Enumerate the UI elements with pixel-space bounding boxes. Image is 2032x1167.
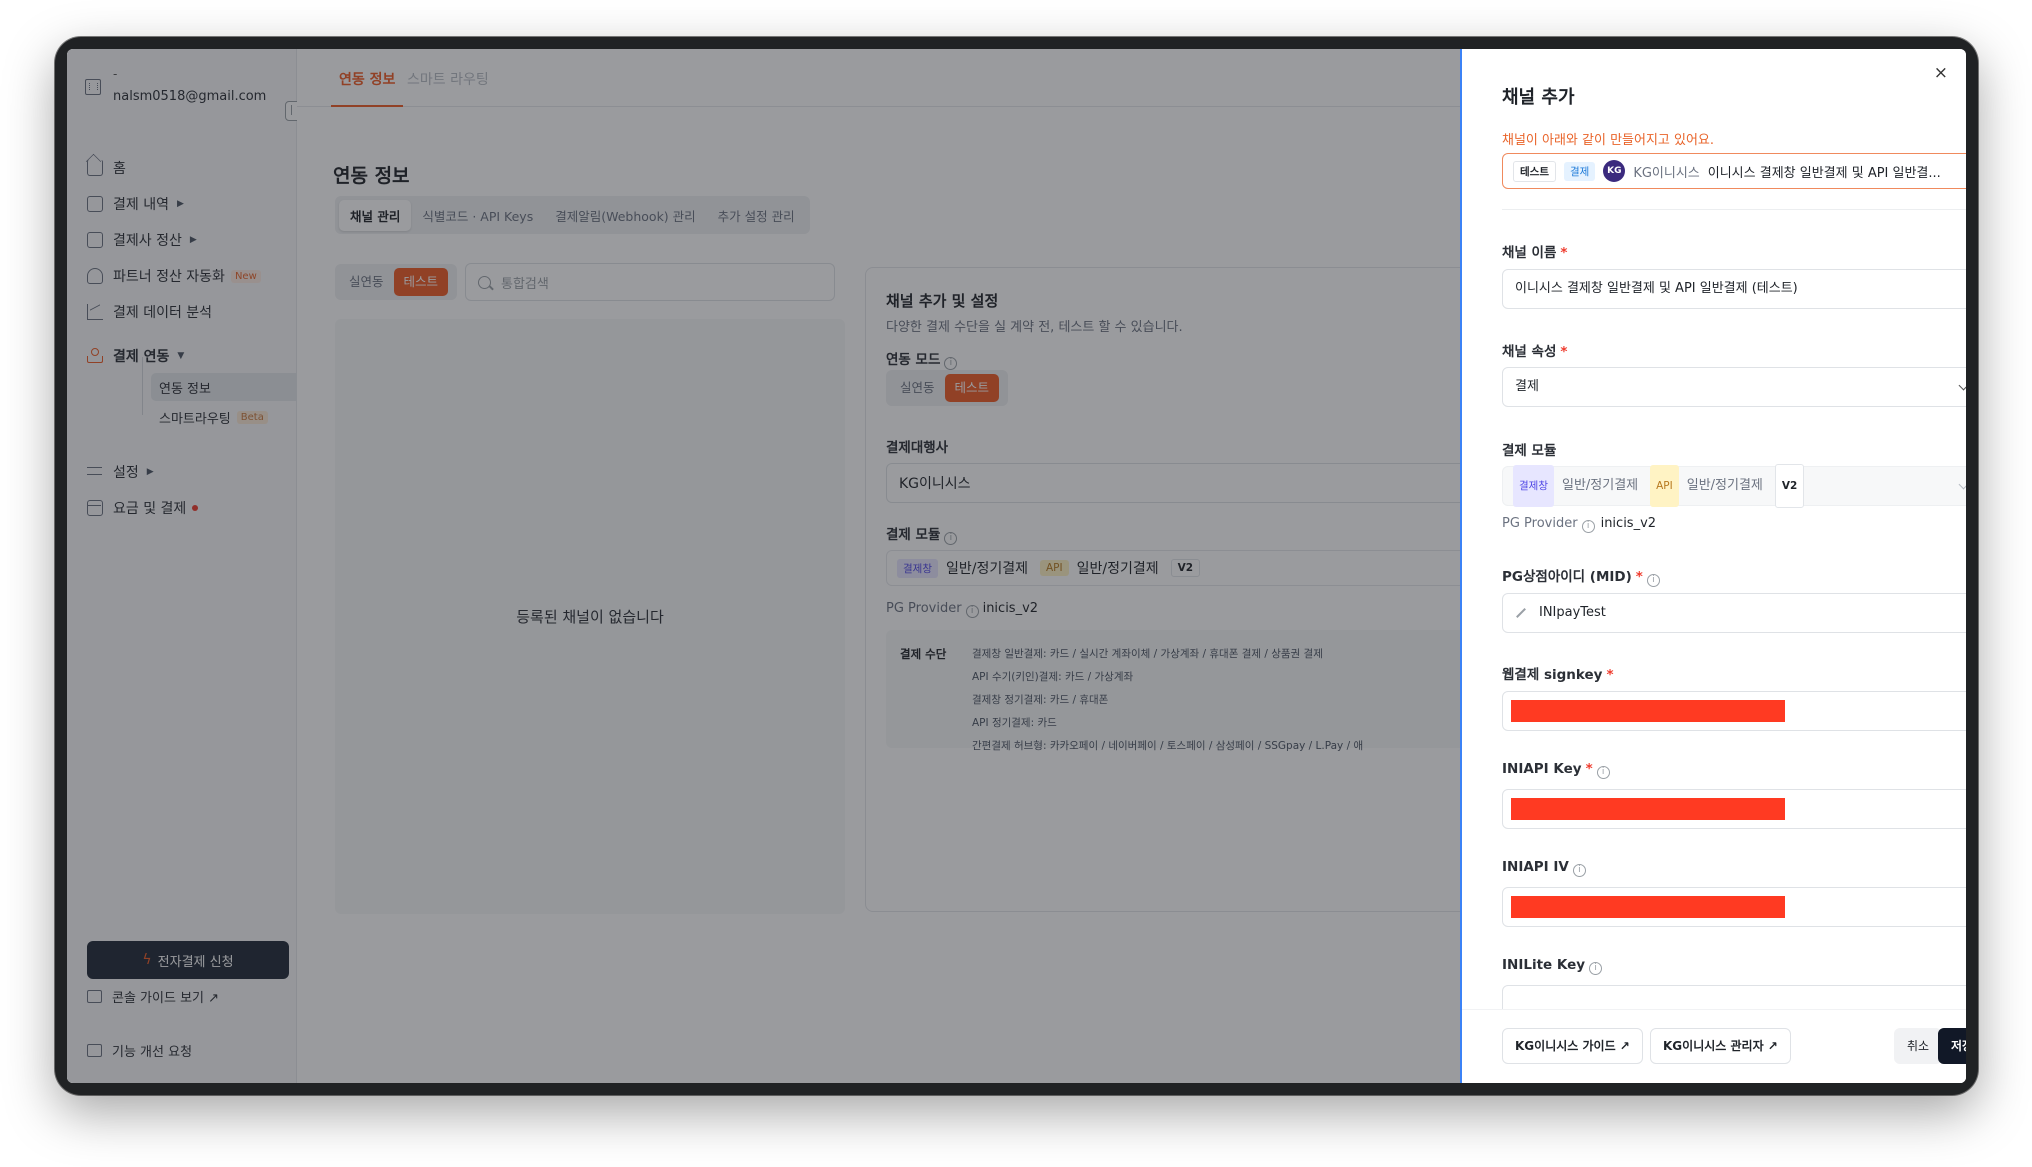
module-text-1: 일반/정기결제 xyxy=(1561,478,1639,493)
divider xyxy=(1502,209,1966,210)
app-window: - nalsm0518@gmail.com 홈 결제 내역 ▶ 결제사 정산 ▶… xyxy=(55,37,1978,1095)
drawer-footer: KG이니시스 가이드 ↗ KG이니시스 관리자 ↗ 취소 저장 xyxy=(1462,1009,1966,1083)
module-label: 결제 모듈 xyxy=(1502,443,1557,459)
signkey-label-text: 웹결제 signkey xyxy=(1502,667,1603,683)
iniapi-key-input[interactable] xyxy=(1502,789,1966,829)
module-tag-api: API xyxy=(1650,465,1679,507)
chevron-down-icon xyxy=(1958,479,1966,490)
preview-name: 이니시스 결제창 일반결제 및 API 일반결... xyxy=(1707,165,1941,181)
inilite-key-label-text: INILite Key xyxy=(1502,957,1586,973)
drawer-title: 채널 추가 xyxy=(1502,87,1575,108)
required-mark: * xyxy=(1635,569,1643,585)
channel-name-label-text: 채널 이름 xyxy=(1502,245,1557,261)
chevron-down-icon xyxy=(1958,380,1966,391)
signkey-label: 웹결제 signkey * xyxy=(1502,663,1614,683)
kg-logo: KG xyxy=(1603,160,1626,182)
required-mark: * xyxy=(1606,667,1614,683)
iniapi-iv-label-text: INIAPI IV xyxy=(1502,859,1569,875)
signkey-input[interactable] xyxy=(1502,691,1966,731)
close-icon[interactable]: × xyxy=(1934,63,1948,83)
inilite-key-label: INILite Key i xyxy=(1502,957,1603,975)
mid-value: INIpayTest xyxy=(1539,605,1606,620)
iniapi-key-label: INIAPI Key * i xyxy=(1502,761,1610,779)
redaction-block xyxy=(1511,700,1785,722)
channel-name-input[interactable]: 이니시스 결제창 일반결제 및 API 일반결제 (테스트) xyxy=(1502,269,1966,309)
iniapi-iv-label: INIAPI IV i xyxy=(1502,859,1586,877)
kg-guide-button[interactable]: KG이니시스 가이드 ↗ xyxy=(1502,1028,1643,1064)
info-icon: i xyxy=(1589,962,1603,975)
required-mark: * xyxy=(1560,344,1568,360)
required-mark: * xyxy=(1560,245,1568,261)
module-select: 결제창 일반/정기결제 API 일반/정기결제 V2 xyxy=(1502,464,1966,508)
save-button[interactable]: 저장 xyxy=(1938,1028,1966,1064)
module-text-2: 일반/정기결제 xyxy=(1686,478,1763,493)
pg-provider: PG Provider i inicis_v2 xyxy=(1502,516,1656,533)
channel-attr-label: 채널 속성 * xyxy=(1502,340,1567,360)
iniapi-key-label-text: INIAPI Key xyxy=(1502,761,1582,777)
redaction-block xyxy=(1511,798,1785,820)
pencil-icon xyxy=(1516,607,1526,618)
info-icon: i xyxy=(1572,864,1586,877)
drawer-notice: 채널이 아래와 같이 만들어지고 있어요. xyxy=(1502,133,1715,148)
preview-type-tag: 결제 xyxy=(1563,161,1596,181)
mid-input[interactable]: INIpayTest xyxy=(1502,593,1966,633)
cancel-button[interactable]: 취소 xyxy=(1894,1028,1943,1064)
screen: - nalsm0518@gmail.com 홈 결제 내역 ▶ 결제사 정산 ▶… xyxy=(67,49,1966,1083)
module-tag-window: 결제창 xyxy=(1513,465,1554,507)
preview-env-tag: 테스트 xyxy=(1513,160,1556,182)
pg-provider-value: inicis_v2 xyxy=(1600,516,1657,531)
required-mark: * xyxy=(1585,761,1593,777)
info-icon: i xyxy=(1581,520,1595,533)
info-icon: i xyxy=(1596,766,1610,779)
channel-attr-value: 결제 xyxy=(1515,379,1539,394)
mid-label: PG상점아이디 (MID) * i xyxy=(1502,565,1660,587)
preview-pg: KG이니시스 xyxy=(1633,165,1700,181)
iniapi-iv-input[interactable] xyxy=(1502,887,1966,927)
channel-attr-select[interactable]: 결제 xyxy=(1502,367,1966,407)
redaction-block xyxy=(1511,896,1785,918)
module-version-tag: V2 xyxy=(1774,464,1805,508)
info-icon: i xyxy=(1646,574,1660,587)
pg-provider-label: PG Provider xyxy=(1502,516,1578,531)
channel-attr-label-text: 채널 속성 xyxy=(1502,344,1557,360)
add-channel-drawer: × 채널 추가 채널이 아래와 같이 만들어지고 있어요. 테스트 결제 KG … xyxy=(1460,49,1966,1083)
channel-name-label: 채널 이름 * xyxy=(1502,241,1567,261)
mid-label-text: PG상점아이디 (MID) xyxy=(1502,569,1632,585)
channel-preview: 테스트 결제 KG KG이니시스 이니시스 결제창 일반결제 및 API 일반결… xyxy=(1502,153,1966,189)
kg-admin-button[interactable]: KG이니시스 관리자 ↗ xyxy=(1650,1028,1791,1064)
